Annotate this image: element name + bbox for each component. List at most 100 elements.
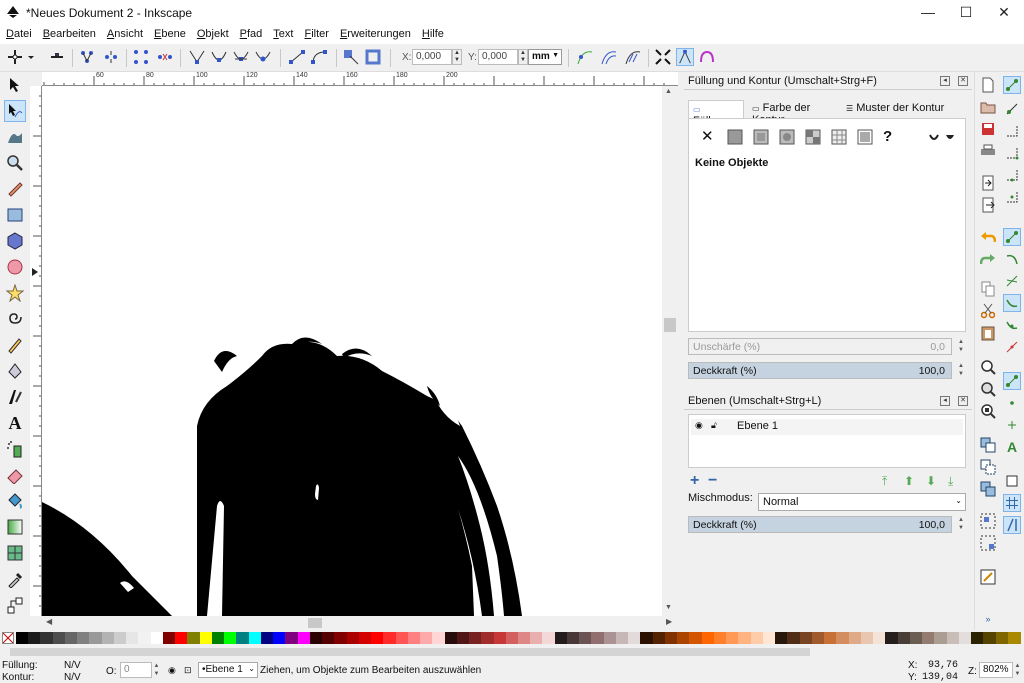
snap-rotation-center-icon[interactable] — [1003, 416, 1021, 434]
x-icon[interactable]: ✕ — [701, 129, 717, 145]
menu-objekt[interactable]: Objekt — [191, 26, 234, 40]
show-clip-path-icon[interactable] — [576, 48, 594, 66]
scroll-up-icon[interactable]: ▲ — [665, 88, 672, 95]
scroll-right-icon[interactable]: ▶ — [666, 617, 672, 626]
tweak-tool-icon[interactable] — [4, 126, 26, 148]
layer-lock-icon[interactable]: ⊡ — [184, 665, 192, 676]
color-swatch[interactable] — [811, 632, 825, 644]
segment-curve-icon[interactable] — [310, 48, 328, 66]
color-swatch[interactable] — [309, 632, 323, 644]
menu-ebene[interactable]: Ebene — [148, 26, 191, 40]
color-swatch[interactable] — [358, 632, 372, 644]
paste-icon[interactable] — [979, 324, 997, 342]
clone-icon[interactable] — [979, 458, 997, 476]
color-swatch[interactable] — [444, 632, 458, 644]
layer-row[interactable]: ◉ 🔓︎ Ebene 1 — [691, 419, 963, 435]
palette-scrollbar[interactable] — [10, 647, 1020, 657]
color-swatch[interactable] — [799, 632, 813, 644]
color-swatch[interactable] — [40, 632, 54, 644]
color-swatch[interactable] — [162, 632, 176, 644]
color-swatch[interactable] — [922, 632, 936, 644]
unlink-clone-icon[interactable] — [979, 480, 997, 498]
color-swatch[interactable] — [787, 632, 801, 644]
tab-stroke-paint[interactable]: ▭ Farbe der Kontur — [748, 100, 844, 126]
color-swatch[interactable] — [273, 632, 287, 644]
color-swatch[interactable] — [775, 632, 789, 644]
menu-text[interactable]: Text — [267, 26, 298, 40]
color-swatch[interactable] — [481, 632, 495, 644]
measure-tool-icon[interactable] — [4, 178, 26, 200]
color-swatch[interactable] — [713, 632, 727, 644]
color-swatch[interactable] — [860, 632, 874, 644]
color-swatch[interactable] — [873, 632, 887, 644]
color-swatch[interactable] — [677, 632, 691, 644]
copy-icon[interactable] — [979, 280, 997, 298]
color-swatch[interactable] — [579, 632, 593, 644]
snap-grid-icon[interactable] — [1003, 494, 1021, 512]
snap-paths-icon[interactable] — [1003, 250, 1021, 268]
color-swatch[interactable] — [211, 632, 225, 644]
xml-editor-icon[interactable] — [979, 568, 997, 586]
insert-node-dropdown-icon[interactable] — [26, 48, 36, 66]
color-swatch[interactable] — [885, 632, 899, 644]
horizontal-scroll-thumb[interactable] — [308, 618, 322, 628]
pencil-tool-icon[interactable] — [4, 334, 26, 356]
panel-iconify-icon[interactable]: ◂ — [940, 76, 950, 86]
snap-midpoints-icon[interactable] — [1003, 338, 1021, 356]
layer-opacity-spin[interactable]: ▲ ▼ — [956, 516, 966, 533]
lock-icon[interactable]: 🔓︎ — [711, 420, 717, 431]
layer-raise-icon[interactable]: ⬆ — [904, 474, 914, 488]
panel-close-icon[interactable]: ✕ — [958, 76, 968, 86]
color-swatch[interactable] — [750, 632, 764, 644]
flat-color-icon[interactable] — [727, 129, 743, 145]
layers-close-icon[interactable]: ✕ — [958, 396, 968, 406]
export-icon[interactable] — [979, 196, 997, 214]
snap-page-border-icon[interactable] — [1003, 472, 1021, 490]
no-paint-swatch[interactable] — [2, 632, 14, 644]
drawing-canvas[interactable] — [42, 86, 662, 616]
scroll-left-icon[interactable]: ◀ — [46, 617, 52, 626]
layer-lower-icon[interactable]: ⬇ — [926, 474, 936, 488]
snap-bbox-midpoint-icon[interactable] — [1003, 166, 1021, 184]
color-swatch[interactable] — [187, 632, 201, 644]
color-swatch[interactable] — [971, 632, 985, 644]
symmetric-node-icon[interactable] — [232, 48, 250, 66]
show-transform-handles-icon[interactable] — [654, 48, 672, 66]
blend-mode-select[interactable]: Normal ⌄ — [758, 493, 966, 511]
color-swatch[interactable] — [946, 632, 960, 644]
unset-paint-icon[interactable]: ? — [883, 129, 899, 145]
cusp-node-icon[interactable] — [188, 48, 206, 66]
color-swatch[interactable] — [297, 632, 311, 644]
color-swatch[interactable] — [52, 632, 66, 644]
snap-guides-icon[interactable] — [1003, 516, 1021, 534]
opacity-input[interactable]: 0 — [120, 662, 152, 678]
open-document-icon[interactable] — [979, 98, 997, 116]
color-swatch[interactable] — [101, 632, 115, 644]
zoom-page-icon[interactable] — [979, 402, 997, 420]
stroke-to-path-icon[interactable] — [364, 48, 382, 66]
color-swatch[interactable] — [762, 632, 776, 644]
color-swatch[interactable] — [150, 632, 164, 644]
color-swatch[interactable] — [224, 632, 238, 644]
scroll-down-icon[interactable]: ▼ — [665, 604, 672, 611]
color-swatch[interactable] — [420, 632, 434, 644]
color-swatch[interactable] — [652, 632, 666, 644]
zoom-drawing-icon[interactable] — [979, 380, 997, 398]
snap-object-center-icon[interactable] — [1003, 394, 1021, 412]
zoom-selection-icon[interactable] — [979, 358, 997, 376]
y-spin[interactable]: ▲ ▼ — [518, 49, 528, 65]
color-swatch[interactable] — [89, 632, 103, 644]
snap-bbox-icon[interactable] — [1003, 100, 1021, 118]
rect-tool-icon[interactable] — [4, 204, 26, 226]
color-swatch[interactable] — [346, 632, 360, 644]
tab-fill[interactable]: ▭ Füllung — [688, 100, 744, 127]
gradient-tool-icon[interactable] — [4, 516, 26, 538]
layer-opacity-slider[interactable]: Deckkraft (%) 100,0 — [688, 516, 952, 533]
select-tool-icon[interactable] — [4, 74, 26, 96]
text-tool-icon[interactable]: A — [4, 412, 26, 434]
color-swatch[interactable] — [554, 632, 568, 644]
close-button[interactable]: ✕ — [985, 0, 1023, 26]
undo-icon[interactable] — [979, 228, 997, 246]
horizontal-scrollbar[interactable]: ◀ ▶ — [42, 616, 678, 630]
show-mask-icon[interactable] — [600, 48, 618, 66]
